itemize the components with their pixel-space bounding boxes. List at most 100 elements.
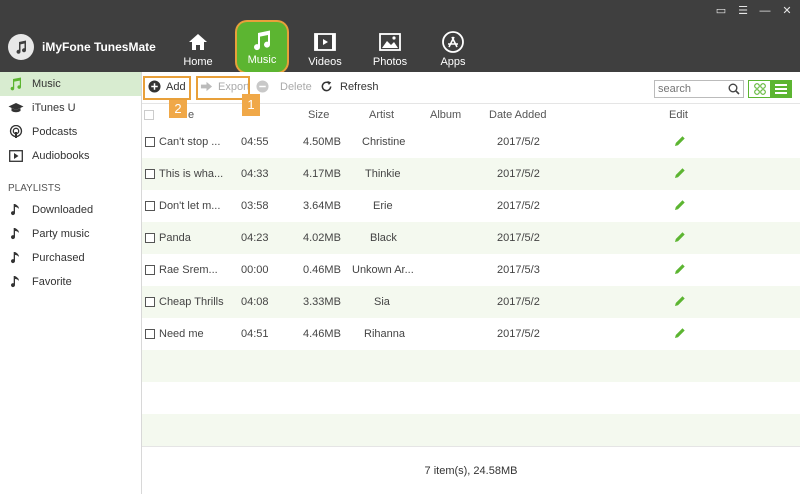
column-header-artist[interactable]: Artist [369,109,394,121]
minimize-icon[interactable]: — [758,5,772,17]
edit-pencil-icon[interactable] [674,231,686,243]
music-note-icon [8,76,24,92]
table-row[interactable]: Can't stop ... 04:55 4.50MB Christine 20… [142,126,800,158]
song-artist: Thinkie [365,168,401,180]
row-checkbox[interactable] [145,329,155,339]
tab-label: Music [247,54,277,66]
edit-pencil-icon[interactable] [674,199,686,211]
song-date-added: 2017/5/2 [497,232,540,244]
edit-pencil-icon[interactable] [674,295,686,307]
empty-row [142,350,800,382]
search-icon[interactable] [728,83,740,95]
row-checkbox[interactable] [145,233,155,243]
song-date-added: 2017/5/2 [497,200,540,212]
sidebar-item-label: Podcasts [32,126,78,138]
delete-button[interactable]: Delete [256,80,312,93]
row-checkbox[interactable] [145,201,155,211]
sidebar: Music iTunes U Podcasts Audiobooks PLAYL… [0,72,142,494]
table-row[interactable]: Don't let m... 03:58 3.64MB Erie 2017/5/… [142,190,800,222]
song-table: Can't stop ... 04:55 4.50MB Christine 20… [142,126,800,446]
sidebar-item-music[interactable]: Music [0,72,141,96]
tab-home[interactable]: Home [171,26,225,72]
song-artist: Erie [373,200,393,212]
select-all-checkbox[interactable] [144,110,154,120]
column-header-size[interactable]: Size [308,109,329,121]
song-date-added: 2017/5/2 [497,328,540,340]
table-row[interactable]: Panda 04:23 4.02MB Black 2017/5/2 [142,222,800,254]
search-input[interactable] [655,81,725,97]
playlist-item-favorite[interactable]: Favorite [0,270,141,294]
podcast-icon [8,124,24,140]
refresh-button[interactable]: Refresh [320,80,379,93]
playlist-item-purchased[interactable]: Purchased [0,246,141,270]
view-toggle [748,80,792,98]
play-book-icon [8,148,24,164]
callout-add [143,76,191,100]
grid-view-icon [753,83,766,95]
music-note-icon [8,202,24,218]
song-name: Can't stop ... [159,136,221,148]
song-name: Cheap Thrills [159,296,224,308]
sidebar-item-podcasts[interactable]: Podcasts [0,120,141,144]
tab-music[interactable]: Music [237,22,287,72]
sidebar-item-label: Favorite [32,276,72,288]
status-summary: 7 item(s), 24.58MB [142,446,800,494]
tunesmate-logo-icon [8,34,34,60]
song-name: Rae Srem... [159,264,218,276]
table-row[interactable]: This is wha... 04:33 4.17MB Thinkie 2017… [142,158,800,190]
song-time: 03:58 [241,200,269,212]
song-artist: Sia [374,296,390,308]
song-name: Need me [159,328,204,340]
playlist-item-downloaded[interactable]: Downloaded [0,198,141,222]
row-checkbox[interactable] [145,265,155,275]
song-artist: Rihanna [364,328,405,340]
sidebar-item-label: Party music [32,228,90,240]
menu-icon[interactable]: ☰ [736,5,750,17]
app-header: ▭ ☰ — ✕ iMyFone TunesMate Home Music Vid… [0,0,800,72]
column-header-date-added[interactable]: Date Added [489,109,547,121]
app-name: iMyFone TunesMate [42,40,156,54]
song-date-added: 2017/5/2 [497,136,540,148]
column-header-name[interactable]: e [188,109,194,121]
tab-photos[interactable]: Photos [363,26,417,72]
song-size: 0.46MB [303,264,341,276]
list-view-button[interactable] [770,81,791,97]
app-store-icon [442,31,464,53]
song-date-added: 2017/5/2 [497,168,540,180]
table-row[interactable]: Need me 04:51 4.46MB Rihanna 2017/5/2 [142,318,800,350]
tab-videos[interactable]: Videos [298,26,352,72]
song-size: 4.17MB [303,168,341,180]
song-date-added: 2017/5/3 [497,264,540,276]
sidebar-item-itunes-u[interactable]: iTunes U [0,96,141,120]
feedback-icon[interactable]: ▭ [714,5,728,17]
table-row[interactable]: Rae Srem... 00:00 0.46MB Unkown Ar... 20… [142,254,800,286]
row-checkbox[interactable] [145,137,155,147]
sidebar-item-label: Purchased [32,252,85,264]
playlist-item-party-music[interactable]: Party music [0,222,141,246]
tab-label: Photos [372,56,408,68]
song-name: This is wha... [159,168,224,180]
close-icon[interactable]: ✕ [780,5,794,17]
search-box [654,80,744,98]
minus-circle-icon [256,80,269,93]
edit-pencil-icon[interactable] [674,167,686,179]
edit-pencil-icon[interactable] [674,135,686,147]
column-header-edit: Edit [669,109,688,121]
song-size: 3.64MB [303,200,341,212]
edit-pencil-icon[interactable] [674,263,686,275]
column-header-album[interactable]: Album [430,109,461,121]
grid-view-button[interactable] [749,81,770,97]
edit-pencil-icon[interactable] [674,327,686,339]
sidebar-item-audiobooks[interactable]: Audiobooks [0,144,141,168]
row-checkbox[interactable] [145,297,155,307]
tab-label: Home [183,56,213,68]
table-header: e Size Artist Album Date Added Edit [142,104,800,126]
music-note-icon [8,250,24,266]
sidebar-item-label: Downloaded [32,204,94,216]
music-note-icon [8,274,24,290]
row-checkbox[interactable] [145,169,155,179]
song-artist: Christine [362,136,406,148]
delete-label: Delete [280,80,312,93]
table-row[interactable]: Cheap Thrills 04:08 3.33MB Sia 2017/5/2 [142,286,800,318]
tab-apps[interactable]: Apps [426,26,480,72]
